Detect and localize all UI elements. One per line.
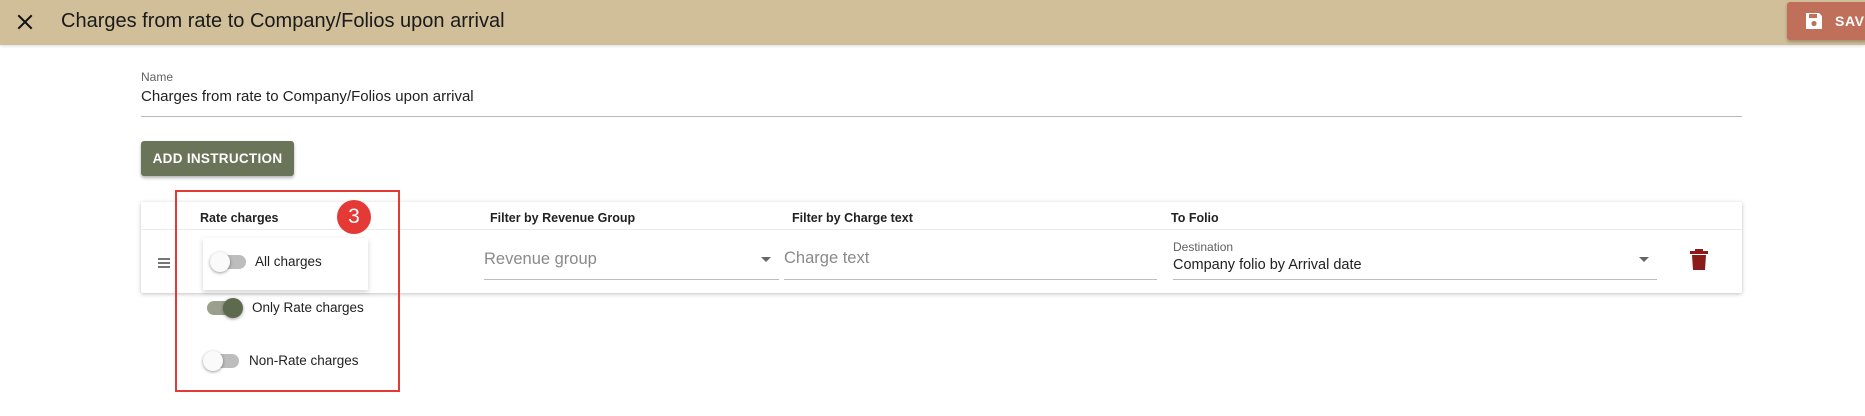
chevron-down-icon bbox=[761, 257, 771, 262]
app-header: Charges from rate to Company/Folios upon… bbox=[0, 0, 1865, 45]
toggle-non-rate-charges[interactable] bbox=[203, 351, 239, 371]
column-header-charge-text: Filter by Charge text bbox=[792, 211, 913, 225]
name-field[interactable]: Name Charges from rate to Company/Folios… bbox=[141, 70, 1742, 117]
add-instruction-button[interactable]: ADD INSTRUCTION bbox=[141, 141, 294, 176]
toggle-only-rate-charges[interactable] bbox=[207, 298, 243, 318]
delete-instruction-button[interactable] bbox=[1689, 248, 1709, 272]
close-icon bbox=[17, 14, 33, 30]
charge-text-input-wrapper bbox=[784, 235, 1157, 280]
toggle-all-charges[interactable] bbox=[210, 252, 246, 272]
destination-select[interactable]: Destination Company folio by Arrival dat… bbox=[1173, 235, 1657, 280]
instruction-table: Rate charges Filter by Revenue Group Fil… bbox=[141, 202, 1742, 293]
header-divider bbox=[141, 229, 1742, 230]
revenue-group-placeholder: Revenue group bbox=[484, 250, 597, 268]
chevron-down-icon bbox=[1639, 257, 1649, 262]
page-title: Charges from rate to Company/Folios upon… bbox=[61, 10, 505, 32]
revenue-group-select[interactable]: Revenue group bbox=[484, 235, 779, 280]
save-button-label: SAV bbox=[1835, 13, 1865, 29]
column-header-rate-charges: Rate charges bbox=[200, 211, 279, 225]
drag-handle-icon[interactable] bbox=[158, 258, 170, 270]
name-field-value: Charges from rate to Company/Folios upon… bbox=[141, 88, 474, 105]
charge-text-input[interactable] bbox=[784, 249, 1157, 268]
column-header-revenue-group: Filter by Revenue Group bbox=[490, 211, 636, 225]
save-button[interactable]: SAV bbox=[1787, 2, 1865, 40]
trash-icon bbox=[1690, 249, 1708, 270]
floppy-disk-icon bbox=[1805, 12, 1823, 30]
destination-label: Destination bbox=[1173, 240, 1234, 254]
destination-value: Company folio by Arrival date bbox=[1173, 257, 1362, 273]
name-field-label: Name bbox=[141, 70, 174, 84]
toggle-all-charges-label: All charges bbox=[255, 254, 322, 269]
column-header-to-folio: To Folio bbox=[1171, 211, 1219, 225]
toggle-non-rate-charges-label: Non-Rate charges bbox=[249, 353, 359, 368]
toggle-only-rate-charges-label: Only Rate charges bbox=[252, 300, 364, 315]
step-badge: 3 bbox=[337, 200, 371, 234]
close-button[interactable] bbox=[8, 5, 42, 39]
